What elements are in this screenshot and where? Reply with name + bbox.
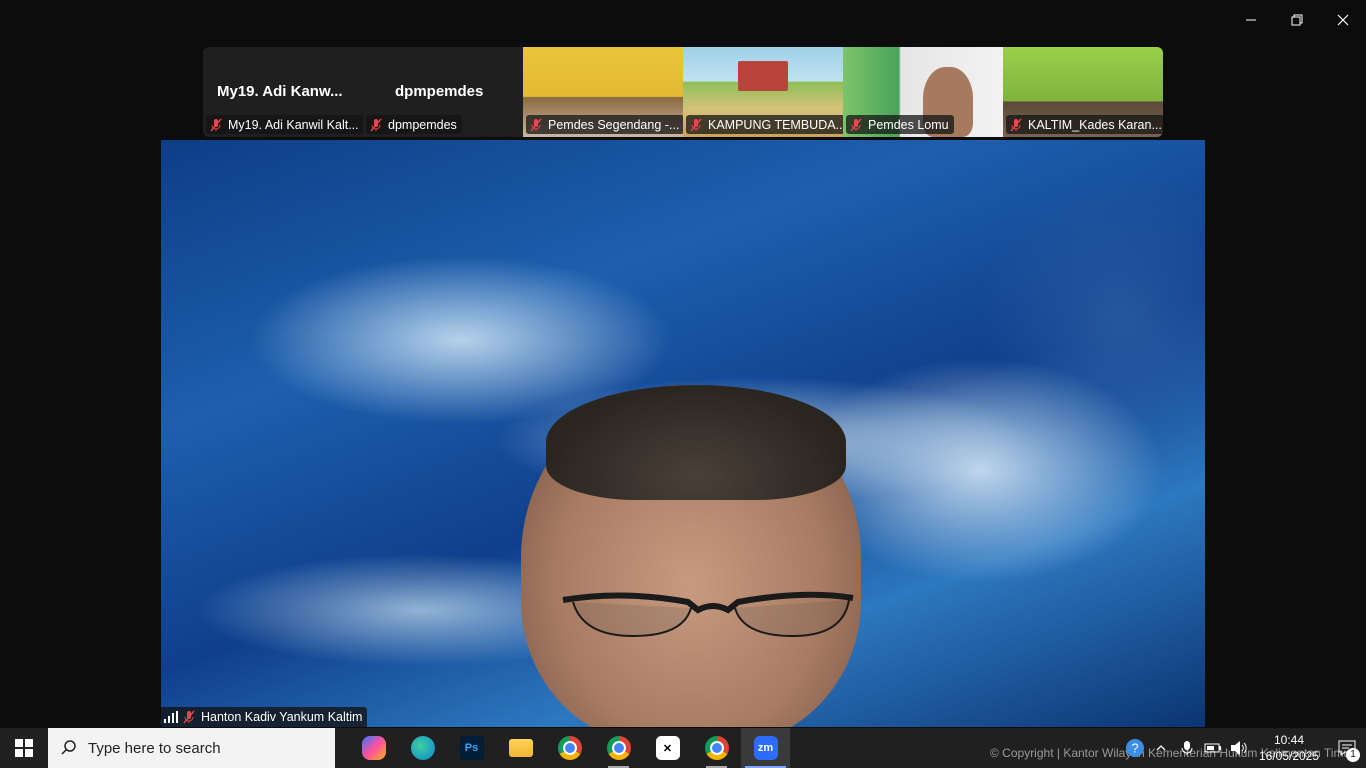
- participant-name: KAMPUNG TEMBUDA...: [708, 117, 843, 132]
- windows-logo-icon: [15, 739, 33, 757]
- participant-video-tile[interactable]: KAMPUNG TEMBUDA...: [683, 47, 843, 137]
- participant-video-tile[interactable]: KALTIM_Kades Karan...: [1003, 47, 1163, 137]
- volume-tray-button[interactable]: [1228, 737, 1250, 759]
- search-icon: [61, 740, 76, 755]
- participant-strip: My19. Adi Kanw... My19. Adi Kanwil Kalt.…: [203, 47, 1163, 137]
- mic-muted-icon: [1010, 118, 1022, 131]
- taskbar-app-zoom[interactable]: zm: [741, 728, 790, 768]
- speaker-icon: [1231, 741, 1247, 755]
- search-placeholder: Type here to search: [88, 739, 221, 757]
- window-controls: [1228, 0, 1366, 40]
- participant-label: My19. Adi Kanwil Kalt...: [206, 115, 363, 134]
- system-tray: ? 10:44 16/05/2025 1: [1122, 728, 1366, 768]
- main-speaker-label: Hanton Kadiv Yankum Kaltim: [161, 707, 368, 727]
- mic-muted-icon: [183, 710, 195, 724]
- participant-label: KAMPUNG TEMBUDA...: [686, 115, 843, 134]
- taskbar-app-edge[interactable]: [398, 728, 447, 768]
- participant-video-tile[interactable]: Pemdes Lomu: [843, 47, 1003, 137]
- participant-display-name: My19. Adi Kanw...: [217, 83, 343, 100]
- participant-label: KALTIM_Kades Karan...: [1006, 115, 1163, 134]
- help-icon: ?: [1126, 739, 1144, 757]
- participant-name: Pemdes Segendang -...: [548, 117, 680, 132]
- signal-strength-icon: [164, 711, 178, 723]
- chevron-up-icon: [1156, 745, 1166, 751]
- participant-tile[interactable]: dpmpemdes dpmpemdes: [363, 47, 523, 137]
- svg-text:?: ?: [1131, 741, 1138, 756]
- clock-date: 16/05/2025: [1258, 749, 1320, 763]
- taskbar-app-capcut[interactable]: ✕: [643, 728, 692, 768]
- mic-muted-icon: [530, 118, 542, 131]
- participant-name: dpmpemdes: [388, 117, 457, 132]
- folder-icon: [508, 739, 533, 757]
- capcut-icon: ✕: [655, 736, 680, 760]
- mic-muted-icon: [210, 118, 222, 131]
- glasses-image: [562, 591, 854, 638]
- participant-label: Pemdes Lomu: [846, 115, 954, 134]
- start-button[interactable]: [0, 728, 48, 768]
- participant-name: KALTIM_Kades Karan...: [1028, 117, 1162, 132]
- taskbar-app-chrome-profile-2[interactable]: [692, 728, 741, 768]
- taskbar-clock[interactable]: 10:44 16/05/2025: [1258, 732, 1320, 764]
- mic-muted-icon: [850, 118, 862, 131]
- help-tray-button[interactable]: ?: [1124, 737, 1146, 759]
- chrome-profile-icon: [606, 736, 631, 760]
- participant-name: Pemdes Lomu: [868, 117, 949, 132]
- chrome-icon: [557, 736, 582, 760]
- restore-icon: [1291, 14, 1303, 26]
- participant-label: Pemdes Segendang -...: [526, 115, 683, 134]
- restore-button[interactable]: [1274, 0, 1320, 40]
- show-hidden-icons-button[interactable]: [1150, 737, 1172, 759]
- mic-muted-icon: [690, 118, 702, 131]
- microphone-icon: [1181, 741, 1193, 755]
- participant-name: My19. Adi Kanwil Kalt...: [228, 117, 359, 132]
- close-button[interactable]: [1320, 0, 1366, 40]
- battery-tray-button[interactable]: [1202, 737, 1224, 759]
- minimize-button[interactable]: [1228, 0, 1274, 40]
- participant-label: dpmpemdes: [366, 115, 462, 134]
- main-speaker-video[interactable]: [161, 140, 1205, 727]
- participant-tile[interactable]: My19. Adi Kanw... My19. Adi Kanwil Kalt.…: [203, 47, 363, 137]
- speaker-hair-image: [546, 385, 846, 500]
- main-speaker-name: Hanton Kadiv Yankum Kaltim: [201, 710, 363, 724]
- copilot-icon: [361, 736, 386, 760]
- barn-image: [738, 61, 788, 91]
- battery-icon: [1204, 743, 1221, 753]
- photoshop-icon: Ps: [459, 736, 484, 760]
- minimize-icon: [1246, 19, 1256, 21]
- microphone-tray-button[interactable]: [1176, 737, 1198, 759]
- taskbar-app-photoshop[interactable]: Ps: [447, 728, 496, 768]
- participant-display-name: dpmpemdes: [395, 83, 484, 100]
- taskbar-app-copilot[interactable]: [349, 728, 398, 768]
- notification-center-button[interactable]: 1: [1328, 728, 1366, 768]
- taskbar-app-file-explorer[interactable]: [496, 728, 545, 768]
- taskbar-app-chrome[interactable]: [545, 728, 594, 768]
- close-icon: [1337, 14, 1349, 26]
- clock-time: 10:44: [1273, 733, 1305, 747]
- taskbar-apps: Ps ✕ zm: [349, 728, 790, 768]
- mic-muted-icon: [370, 118, 382, 131]
- notification-count-badge: 1: [1346, 748, 1360, 762]
- chrome-profile2-icon: [704, 736, 729, 760]
- participant-video-tile[interactable]: Pemdes Segendang -...: [523, 47, 683, 137]
- zoom-icon: zm: [753, 736, 778, 760]
- taskbar-app-chrome-profile[interactable]: [594, 728, 643, 768]
- taskbar-search-box[interactable]: Type here to search: [48, 728, 335, 768]
- edge-icon: [410, 736, 435, 760]
